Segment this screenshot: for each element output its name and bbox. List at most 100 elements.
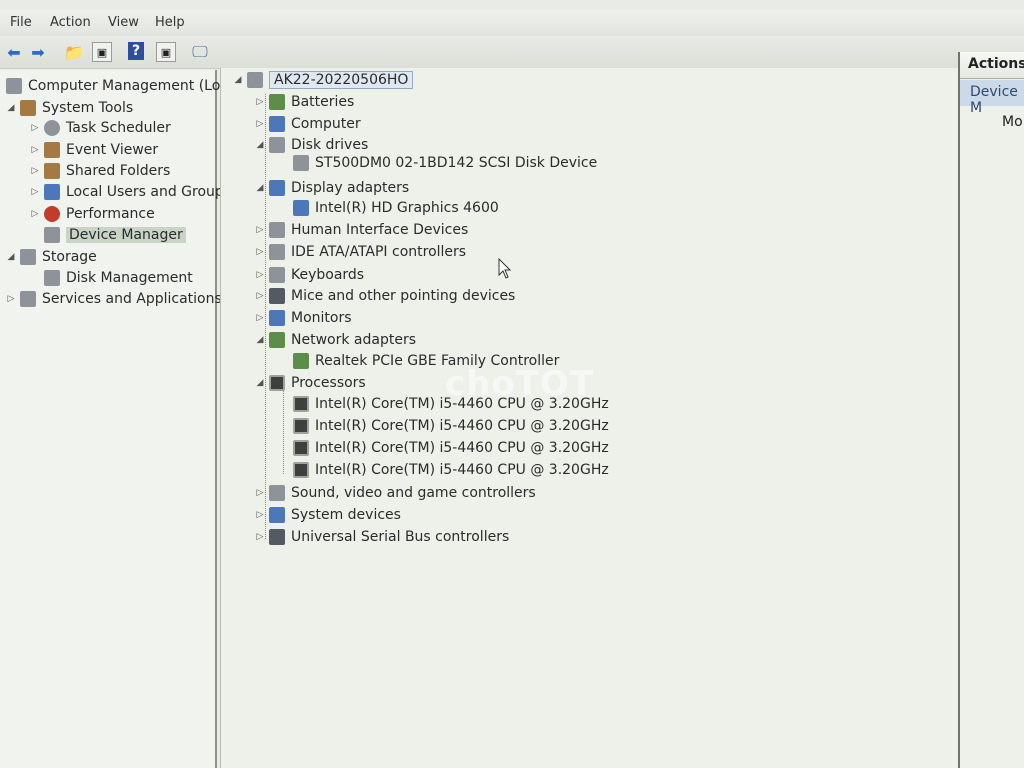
expand-arrow-icon[interactable]: ▷ — [255, 225, 265, 235]
system-devices-icon — [269, 507, 285, 523]
device-cpu[interactable]: Intel(R) Core(TM) i5-4460 CPU @ 3.20GHz — [293, 438, 609, 458]
device-label: Intel(R) Core(TM) i5-4460 CPU @ 3.20GHz — [315, 440, 609, 456]
category-usb[interactable]: ▷ Universal Serial Bus controllers — [255, 527, 509, 547]
tree-item-label: Disk Management — [66, 270, 193, 286]
display-adapter-icon — [269, 180, 285, 196]
expand-arrow-icon[interactable]: ▷ — [255, 313, 265, 323]
expand-arrow-icon[interactable]: ▷ — [255, 247, 265, 257]
device-tree-root[interactable]: ◢ AK22-20220506HO — [233, 70, 414, 90]
computer-management-icon — [6, 78, 22, 94]
category-label: Disk drives — [291, 137, 369, 153]
tree-item-task-scheduler[interactable]: ▷ Task Scheduler — [30, 118, 171, 138]
expand-arrow-icon[interactable]: ▷ — [255, 97, 265, 107]
category-display-adapters[interactable]: ◢ Display adapters — [255, 178, 409, 198]
ide-controller-icon — [269, 244, 285, 260]
actions-pane: Actions Device M Mo — [958, 52, 1024, 768]
battery-icon — [269, 94, 285, 110]
expand-arrow-icon[interactable]: ▷ — [30, 123, 40, 133]
category-sound[interactable]: ▷ Sound, video and game controllers — [255, 483, 536, 503]
category-disk-drives[interactable]: ◢ Disk drives — [255, 135, 368, 155]
category-computer[interactable]: ▷ Computer — [255, 114, 361, 134]
up-folder-icon[interactable]: 📁 — [64, 42, 84, 62]
device-manager-icon — [44, 227, 60, 243]
back-arrow-icon[interactable]: ⬅ — [4, 42, 24, 62]
expand-arrow-icon[interactable]: ▷ — [255, 291, 265, 301]
console-tree-icon[interactable]: ▣ — [92, 42, 112, 62]
tree-item-services[interactable]: ▷ Services and Applications — [6, 289, 222, 309]
tree-item-label: Shared Folders — [66, 163, 171, 179]
collapse-arrow-icon[interactable]: ◢ — [255, 335, 265, 345]
actions-title: Actions — [968, 56, 1024, 72]
mouse-icon — [269, 288, 285, 304]
more-actions-link[interactable]: Mo — [1002, 114, 1023, 130]
tree-item-shared-folders[interactable]: ▷ Shared Folders — [30, 161, 170, 181]
expand-arrow-icon[interactable]: ▷ — [255, 119, 265, 129]
category-ide[interactable]: ▷ IDE ATA/ATAPI controllers — [255, 242, 466, 262]
tree-item-label: Computer Management (Local — [28, 78, 241, 94]
collapse-arrow-icon[interactable]: ◢ — [255, 140, 265, 150]
menu-file[interactable]: File — [10, 15, 32, 30]
menu-view[interactable]: View — [108, 15, 139, 30]
menu-action[interactable]: Action — [50, 15, 91, 30]
expand-arrow-icon[interactable]: ▷ — [255, 532, 265, 542]
device-disk[interactable]: ST500DM0 02-1BD142 SCSI Disk Device — [293, 153, 597, 173]
expand-arrow-icon[interactable]: ▷ — [30, 209, 40, 219]
expand-arrow-icon[interactable]: ▷ — [30, 166, 40, 176]
tree-item-computer-management[interactable]: Computer Management (Local — [6, 76, 240, 96]
category-batteries[interactable]: ▷ Batteries — [255, 92, 354, 112]
category-label: Keyboards — [291, 267, 365, 283]
collapse-arrow-icon[interactable]: ◢ — [6, 103, 16, 113]
category-monitors[interactable]: ▷ Monitors — [255, 308, 352, 328]
category-label: Computer — [291, 116, 361, 132]
display-adapter-icon — [293, 200, 309, 216]
category-keyboards[interactable]: ▷ Keyboards — [255, 265, 364, 285]
expand-arrow-icon[interactable]: ▷ — [255, 270, 265, 280]
menu-bar: File Action View Help — [0, 10, 1024, 36]
services-icon — [20, 291, 36, 307]
expand-arrow-icon[interactable]: ▷ — [255, 510, 265, 520]
menu-help[interactable]: Help — [155, 15, 185, 30]
scan-hardware-icon[interactable]: 🖵 — [190, 42, 210, 62]
collapse-arrow-icon[interactable]: ◢ — [233, 75, 243, 85]
tree-item-label: Services and Applications — [42, 291, 222, 307]
tree-item-disk-management[interactable]: Disk Management — [44, 268, 193, 288]
device-label: Intel(R) HD Graphics 4600 — [315, 200, 499, 216]
category-label: Universal Serial Bus controllers — [291, 529, 510, 545]
collapse-arrow-icon[interactable]: ◢ — [255, 378, 265, 388]
expand-arrow-icon[interactable]: ▷ — [30, 187, 40, 197]
tree-item-event-viewer[interactable]: ▷ Event Viewer — [30, 140, 158, 160]
device-label: Intel(R) Core(TM) i5-4460 CPU @ 3.20GHz — [315, 462, 609, 478]
category-mice[interactable]: ▷ Mice and other pointing devices — [255, 286, 515, 306]
tree-item-storage[interactable]: ◢ Storage — [6, 247, 97, 267]
collapse-arrow-icon[interactable]: ◢ — [6, 252, 16, 262]
tree-item-system-tools[interactable]: ◢ System Tools — [6, 98, 133, 118]
forward-arrow-icon[interactable]: ➡ — [28, 42, 48, 62]
tools-icon — [20, 100, 36, 116]
expand-arrow-icon[interactable]: ▷ — [255, 488, 265, 498]
tree-item-local-users[interactable]: ▷ Local Users and Groups — [30, 182, 231, 202]
monitor-icon — [269, 310, 285, 326]
tree-item-label: Event Viewer — [66, 142, 159, 158]
usb-icon — [269, 529, 285, 545]
tree-item-performance[interactable]: ▷ Performance — [30, 204, 155, 224]
device-gpu[interactable]: Intel(R) HD Graphics 4600 — [293, 198, 499, 218]
device-cpu[interactable]: Intel(R) Core(TM) i5-4460 CPU @ 3.20GHz — [293, 460, 609, 480]
help-icon[interactable]: ? — [128, 42, 144, 60]
device-cpu[interactable]: Intel(R) Core(TM) i5-4460 CPU @ 3.20GHz — [293, 416, 609, 436]
expand-arrow-icon[interactable]: ▷ — [6, 294, 16, 304]
actions-section-device-manager[interactable]: Device M — [960, 80, 1024, 116]
collapse-arrow-icon[interactable]: ◢ — [255, 183, 265, 193]
tree-item-device-manager[interactable]: Device Manager — [44, 225, 186, 245]
category-label: IDE ATA/ATAPI controllers — [291, 244, 467, 260]
storage-icon — [20, 249, 36, 265]
category-system-devices[interactable]: ▷ System devices — [255, 505, 401, 525]
category-hid[interactable]: ▷ Human Interface Devices — [255, 220, 468, 240]
properties-icon[interactable]: ▣ — [156, 42, 176, 62]
actions-header: Actions — [960, 52, 1024, 79]
category-network-adapters[interactable]: ◢ Network adapters — [255, 330, 416, 350]
tree-item-label: Storage — [42, 249, 97, 265]
processor-icon — [293, 418, 309, 434]
category-label: Batteries — [291, 94, 355, 110]
category-processors[interactable]: ◢ Processors — [255, 373, 366, 393]
expand-arrow-icon[interactable]: ▷ — [30, 145, 40, 155]
